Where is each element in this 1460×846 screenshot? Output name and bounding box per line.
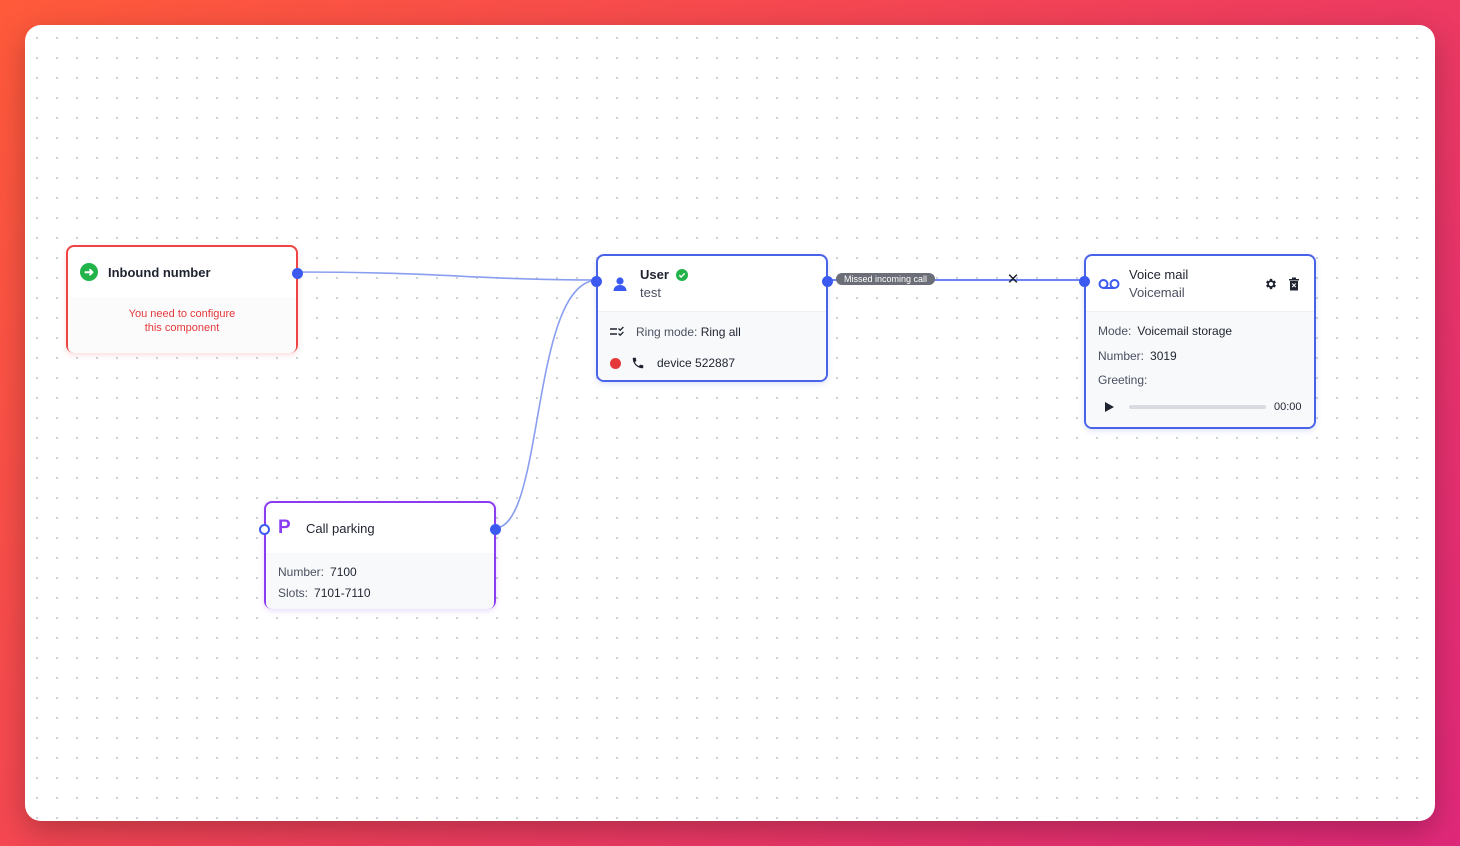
flow-canvas[interactable]: Missed incoming call ✕ ➜ Inbound number … — [25, 25, 1435, 821]
edge-label-missed: Missed incoming call — [836, 273, 936, 285]
user-node[interactable]: User test Ring mode: Ring all device 522… — [591, 254, 833, 382]
node-title: Inbound number — [108, 264, 211, 280]
call-parking-node[interactable]: P Call parking Number: 7100 Slots: 7101-71… — [259, 501, 501, 609]
check-badge-icon — [675, 268, 688, 281]
list-check-icon — [610, 326, 626, 338]
config-warning-line1: You need to configure — [128, 308, 236, 320]
number-value: 3019 — [1150, 349, 1177, 363]
audio-progress-bar[interactable] — [1129, 405, 1266, 409]
edge-parking-to-user[interactable] — [494, 279, 599, 529]
phone-icon — [631, 356, 645, 370]
node-title: User — [640, 267, 669, 282]
arrow-right-icon: ➜ — [80, 263, 98, 281]
input-handle[interactable] — [259, 524, 270, 535]
output-handle[interactable] — [822, 276, 833, 287]
number-label: Number: — [278, 565, 325, 579]
slots-label: Slots: — [278, 586, 309, 600]
inbound-number-node[interactable]: ➜ Inbound number You need to configure t… — [66, 245, 303, 353]
play-icon[interactable] — [1098, 402, 1120, 412]
number-label: Number: — [1098, 349, 1145, 363]
node-title: Voice mail — [1129, 267, 1189, 282]
voicemail-icon — [1098, 278, 1120, 290]
config-warning-line2: this component — [144, 322, 220, 334]
mode-label: Mode: — [1098, 324, 1132, 338]
ring-mode-value: Ring all — [700, 325, 741, 339]
input-handle[interactable] — [1079, 276, 1090, 287]
ring-mode-label: Ring mode: — [636, 325, 698, 339]
audio-player: 00:00 — [1098, 397, 1302, 417]
node-subtitle: Voicemail — [1129, 285, 1185, 300]
greeting-label: Greeting: — [1098, 373, 1148, 387]
status-dot — [610, 357, 621, 369]
node-subtitle: test — [640, 285, 661, 300]
output-handle[interactable] — [490, 524, 501, 535]
parking-icon: P — [278, 517, 291, 538]
input-handle[interactable] — [591, 276, 602, 287]
edge-inbound-to-user[interactable] — [295, 271, 599, 281]
voicemail-node[interactable]: Voice mail Voicemail Mode: Voicemail stor… — [1079, 254, 1316, 429]
output-handle[interactable] — [292, 268, 303, 279]
slots-value: 7101-7110 — [314, 586, 371, 600]
mode-value: Voicemail storage — [1137, 324, 1233, 338]
node-title: Call parking — [306, 520, 375, 536]
audio-time: 00:00 — [1274, 401, 1302, 413]
user-icon — [610, 276, 630, 292]
device-label: device 522887 — [657, 356, 736, 370]
trash-icon[interactable] — [1288, 277, 1300, 291]
gear-icon[interactable] — [1264, 277, 1278, 291]
close-icon[interactable]: ✕ — [1005, 272, 1021, 288]
number-value: 7100 — [330, 565, 357, 579]
